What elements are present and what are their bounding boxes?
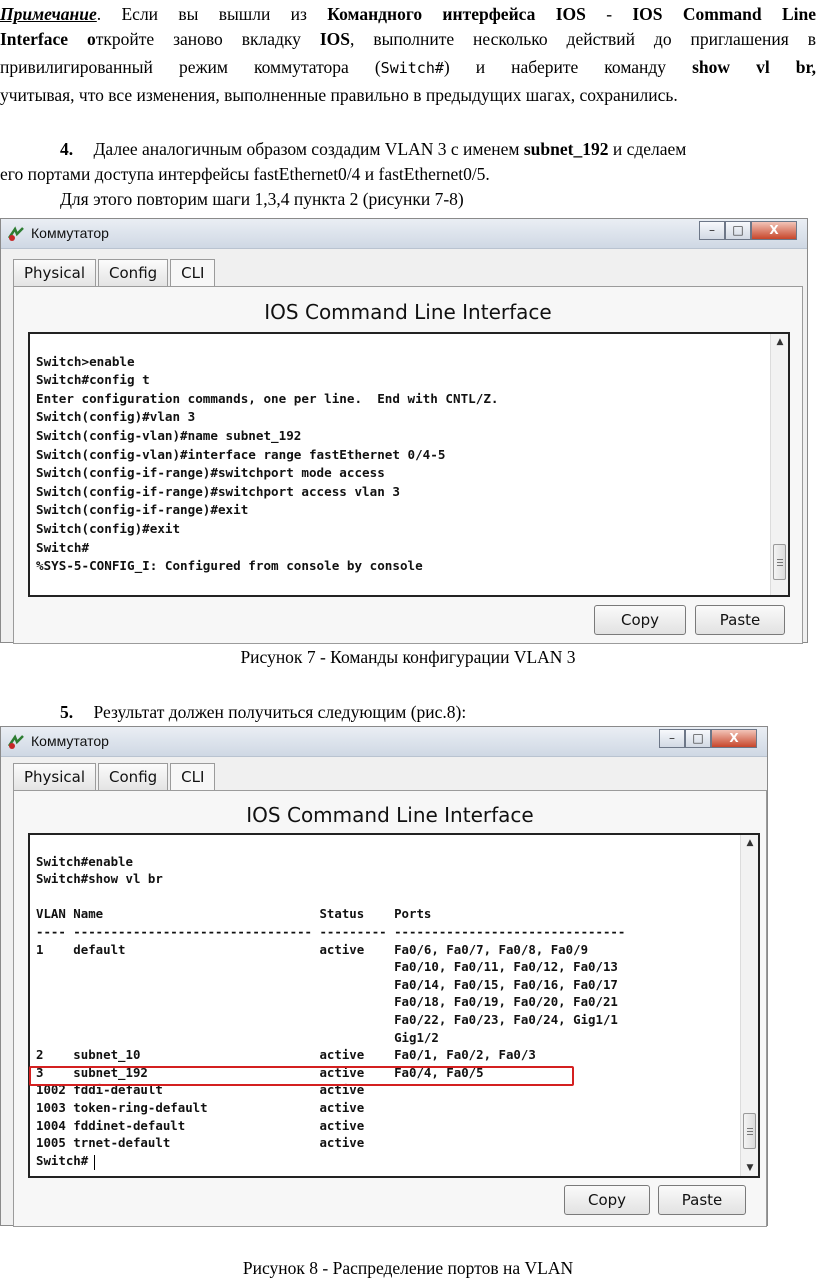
vertical-scrollbar[interactable]: ▲	[770, 334, 788, 595]
tab-cli[interactable]: CLI	[170, 259, 216, 288]
close-button[interactable]: X	[711, 729, 757, 748]
tab-physical[interactable]: Physical	[13, 763, 97, 791]
console-output[interactable]: Switch#enable Switch#show vl br VLAN Nam…	[28, 833, 760, 1178]
tab-config[interactable]: Config	[98, 763, 169, 791]
tab-physical[interactable]: Physical	[13, 259, 97, 287]
text-cursor	[94, 1155, 95, 1170]
figure-8-caption: Рисунок 8 - Распределение портов на VLAN	[242, 1258, 574, 1278]
step4-line-1: 4. Далее аналогичным образом создадим VL…	[60, 139, 687, 159]
cli-panel: IOS Command Line Interface Switch>enable…	[13, 286, 803, 644]
minimize-button[interactable]: –	[699, 221, 725, 240]
maximize-button[interactable]: □	[685, 729, 711, 748]
switch-app-icon	[7, 734, 24, 749]
paste-button[interactable]: Paste	[658, 1185, 746, 1215]
scroll-thumb[interactable]	[743, 1113, 756, 1149]
note-line-4: учитывая, что все изменения, выполненные…	[0, 85, 678, 105]
window-title: Коммутатор	[31, 225, 109, 241]
minimize-button[interactable]: –	[659, 729, 685, 748]
note-line-2: Interface откройте заново вкладку IOS, в…	[0, 29, 816, 49]
window-title: Коммутатор	[31, 733, 109, 749]
step5-line: 5. Результат должен получиться следующим…	[60, 702, 467, 722]
scroll-thumb[interactable]	[773, 544, 786, 580]
note-line-3: привилигированный режим коммутатора (Swi…	[0, 57, 816, 77]
figure-7-caption: Рисунок 7 - Команды конфигурации VLAN 3	[240, 647, 576, 667]
switch-app-icon	[7, 226, 24, 241]
scroll-up-arrow-icon[interactable]: ▲	[771, 334, 788, 350]
cli-panel: IOS Command Line Interface Switch#enable…	[13, 790, 767, 1227]
maximize-button[interactable]: □	[725, 221, 751, 240]
console-output[interactable]: Switch>enable Switch#config t Enter conf…	[28, 332, 790, 597]
close-button[interactable]: X	[751, 221, 797, 240]
copy-button[interactable]: Copy	[594, 605, 686, 635]
step5-number: 5.	[60, 702, 74, 722]
copy-button[interactable]: Copy	[564, 1185, 650, 1215]
vertical-scrollbar[interactable]: ▲ ▼	[740, 835, 758, 1176]
switch-window-fig8: Коммутатор – □ X Physical Config CLI IOS…	[0, 726, 768, 1227]
paste-button[interactable]: Paste	[695, 605, 785, 635]
title-bar[interactable]: Коммутатор – □ X	[1, 219, 807, 249]
cli-heading: IOS Command Line Interface	[246, 803, 534, 827]
step4-number: 4.	[60, 139, 74, 159]
tab-config[interactable]: Config	[98, 259, 169, 287]
step4-line-2: его портами доступа интерфейсы fastEther…	[0, 164, 490, 184]
step4-line-3: Для этого повторим шаги 1,3,4 пункта 2 (…	[60, 189, 464, 209]
note-label: Примечание	[0, 4, 97, 24]
vlan3-row-highlight	[29, 1066, 574, 1086]
title-bar[interactable]: Коммутатор – □ X	[1, 727, 767, 757]
tab-cli[interactable]: CLI	[170, 763, 216, 792]
note-line-1: Примечание. Если вы вышли из Командного …	[0, 4, 816, 24]
console-text: Switch>enable Switch#config t Enter conf…	[36, 353, 499, 574]
switch-window-fig7: Коммутатор – □ X Physical Config CLI IOS…	[0, 218, 808, 644]
scroll-down-arrow-icon[interactable]: ▼	[741, 1160, 758, 1176]
console-text: Switch#enable Switch#show vl br VLAN Nam…	[36, 853, 626, 1168]
scroll-up-arrow-icon[interactable]: ▲	[741, 835, 758, 851]
cli-heading: IOS Command Line Interface	[264, 300, 552, 324]
